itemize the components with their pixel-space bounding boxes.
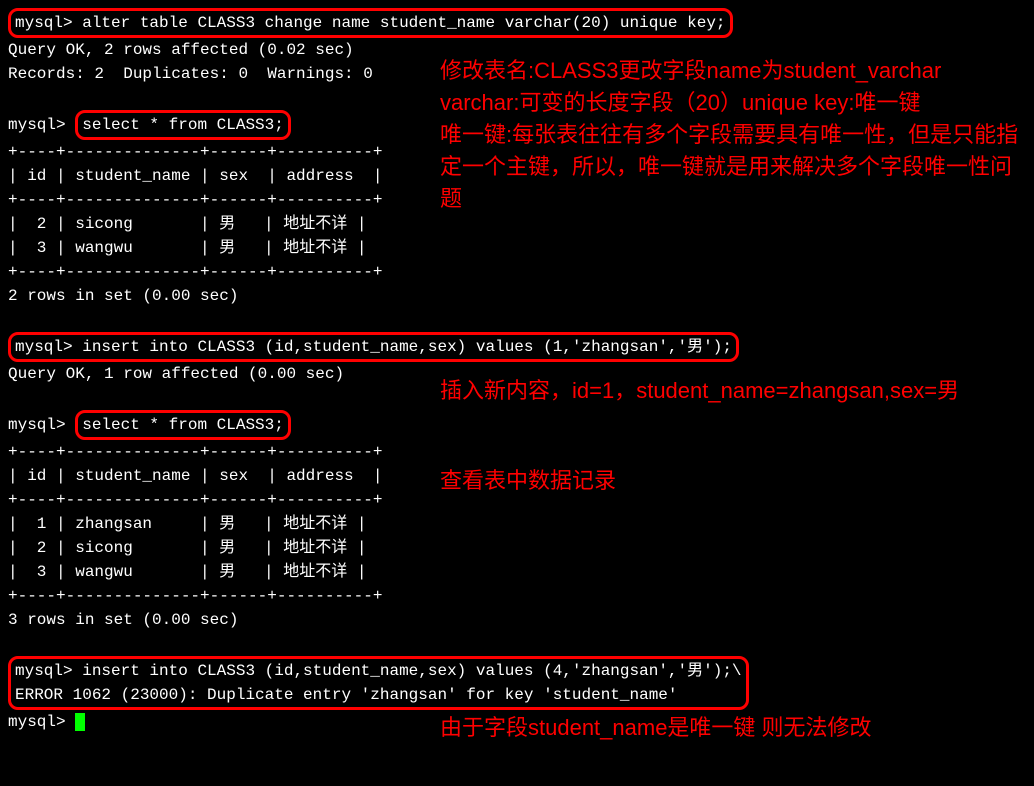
cursor[interactable] (75, 713, 85, 731)
result-line: Query OK, 1 row affected (0.00 sec) (8, 362, 1026, 386)
table-border: +----+--------------+------+----------+ (8, 488, 1026, 512)
prompt: mysql> (8, 713, 66, 731)
result-line: Records: 2 Duplicates: 0 Warnings: 0 (8, 62, 1026, 86)
prompt: mysql> (15, 662, 73, 680)
cmd3-text: insert into CLASS3 (id,student_name,sex)… (82, 338, 732, 356)
cmd5-text: insert into CLASS3 (id,student_name,sex)… (82, 662, 741, 680)
table-header: | id | student_name | sex | address | (8, 464, 1026, 488)
error-text: ERROR 1062 (23000): Duplicate entry 'zha… (15, 686, 678, 704)
result-line: 2 rows in set (0.00 sec) (8, 284, 1026, 308)
prompt: mysql> (15, 14, 73, 32)
prompt: mysql> (15, 338, 73, 356)
terminal-output: mysql> alter table CLASS3 change name st… (8, 8, 1026, 734)
cmd1-highlight: mysql> alter table CLASS3 change name st… (8, 8, 733, 38)
cmd3-highlight: mysql> insert into CLASS3 (id,student_na… (8, 332, 739, 362)
table-border: +----+--------------+------+----------+ (8, 260, 1026, 284)
result-line: 3 rows in set (0.00 sec) (8, 608, 1026, 632)
cmd2-text: select * from CLASS3; (82, 116, 284, 134)
table-row: | 3 | wangwu | 男 | 地址不详 | (8, 560, 1026, 584)
cmd2-highlight: select * from CLASS3; (75, 110, 291, 140)
cmd1-text: alter table CLASS3 change name student_n… (82, 14, 725, 32)
table-header: | id | student_name | sex | address | (8, 164, 1026, 188)
table-border: +----+--------------+------+----------+ (8, 584, 1026, 608)
result-line: Query OK, 2 rows affected (0.02 sec) (8, 38, 1026, 62)
table-row: | 3 | wangwu | 男 | 地址不详 | (8, 236, 1026, 260)
table-border: +----+--------------+------+----------+ (8, 140, 1026, 164)
prompt: mysql> (8, 116, 66, 134)
cmd4-text: select * from CLASS3; (82, 416, 284, 434)
cmd4-highlight: select * from CLASS3; (75, 410, 291, 440)
table-row: | 2 | sicong | 男 | 地址不详 | (8, 536, 1026, 560)
table-border: +----+--------------+------+----------+ (8, 188, 1026, 212)
prompt: mysql> (8, 416, 66, 434)
table-row: | 2 | sicong | 男 | 地址不详 | (8, 212, 1026, 236)
table-row: | 1 | zhangsan | 男 | 地址不详 | (8, 512, 1026, 536)
table-border: +----+--------------+------+----------+ (8, 440, 1026, 464)
cmd5-highlight: mysql> insert into CLASS3 (id,student_na… (8, 656, 749, 710)
